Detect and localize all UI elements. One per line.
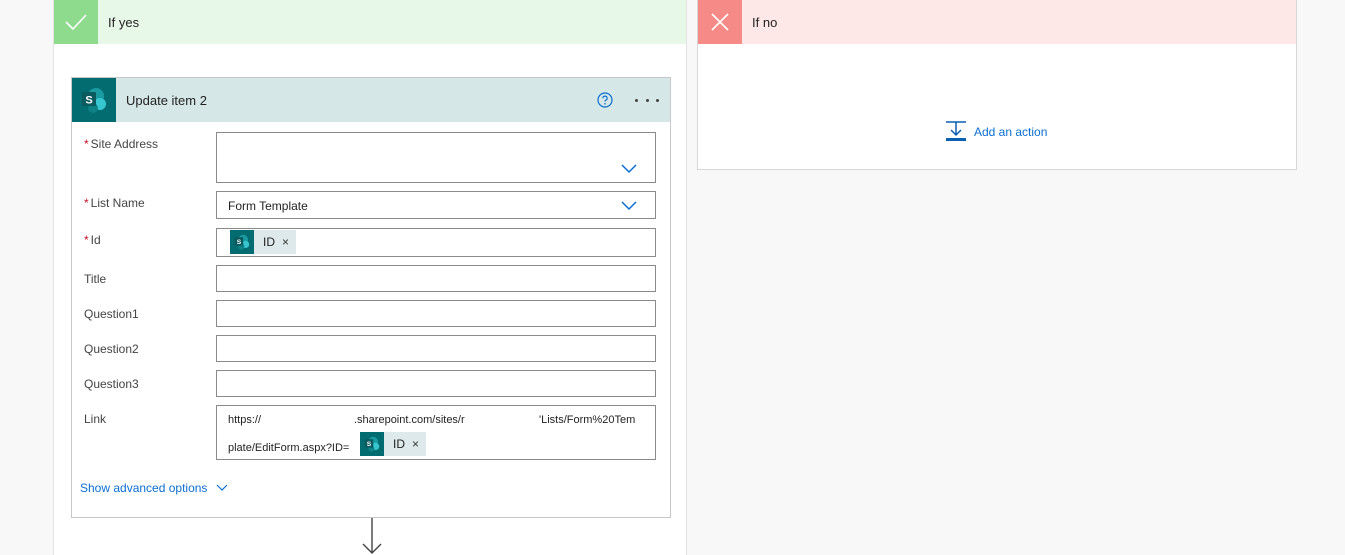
branch-if-yes-title: If yes xyxy=(108,15,140,30)
id-token[interactable]: S ID × xyxy=(230,230,297,254)
branch-if-no-title: If no xyxy=(752,15,778,30)
branch-if-yes-header: If yes xyxy=(54,0,686,44)
id-token-remove[interactable]: × xyxy=(282,235,289,249)
branch-if-no: If no Add an action xyxy=(697,0,1297,170)
update-item-card: S Update item 2 * Site Address * List Name xyxy=(71,77,671,518)
title-field[interactable] xyxy=(216,265,656,292)
add-action-button[interactable]: Add an action xyxy=(945,121,1047,142)
more-options-icon[interactable] xyxy=(635,90,659,110)
link-text-part: https:// xyxy=(228,414,262,426)
arrow-down-icon xyxy=(362,518,382,554)
close-icon xyxy=(698,0,742,44)
question1-label: Question1 xyxy=(84,307,139,321)
chevron-down-icon[interactable] xyxy=(621,201,637,211)
list-name-value: Form Template xyxy=(228,199,308,213)
link-text-line2: plate/EditForm.aspx?ID= xyxy=(228,442,350,454)
help-icon[interactable] xyxy=(597,92,613,108)
sharepoint-icon: S xyxy=(230,230,254,254)
branch-if-no-header: If no xyxy=(698,0,1296,44)
chevron-down-icon xyxy=(217,484,228,491)
show-advanced-options-link[interactable]: Show advanced options xyxy=(80,481,228,495)
chevron-down-icon[interactable] xyxy=(621,164,637,174)
id-token-label: ID xyxy=(263,235,275,249)
add-action-icon xyxy=(946,121,966,141)
question2-label: Question2 xyxy=(84,342,139,356)
link-text-part: 'Lists/Form%20Tem xyxy=(539,414,636,426)
link-id-token-label: ID xyxy=(393,437,405,451)
link-id-token-remove[interactable]: × xyxy=(412,437,419,451)
site-address-label: * Site Address xyxy=(84,137,159,151)
question1-field[interactable] xyxy=(216,300,656,327)
id-field[interactable]: S ID × xyxy=(216,228,656,257)
sharepoint-icon: S xyxy=(72,78,116,122)
id-label: * Id xyxy=(84,233,101,247)
list-name-field[interactable]: Form Template xyxy=(216,191,656,219)
svg-text:S: S xyxy=(237,239,242,246)
sharepoint-icon: S xyxy=(360,432,384,456)
question3-label: Question3 xyxy=(84,377,139,391)
svg-text:S: S xyxy=(367,441,372,448)
question3-field[interactable] xyxy=(216,370,656,397)
link-id-token[interactable]: S ID × xyxy=(360,432,427,456)
list-name-label: * List Name xyxy=(84,196,145,210)
card-title: Update item 2 xyxy=(126,93,207,108)
card-header[interactable]: S Update item 2 xyxy=(72,78,670,122)
site-address-field[interactable] xyxy=(216,132,656,183)
svg-text:S: S xyxy=(85,95,92,107)
link-field[interactable]: https:// .sharepoint.com/sites/r 'Lists/… xyxy=(216,405,656,460)
branch-if-yes: If yes S Update item 2 * Site Address * … xyxy=(53,0,687,555)
check-icon xyxy=(54,0,98,44)
question2-field[interactable] xyxy=(216,335,656,362)
show-advanced-options-label: Show advanced options xyxy=(80,481,208,495)
title-label: Title xyxy=(84,272,107,286)
add-action-label: Add an action xyxy=(974,124,1048,139)
link-label: Link xyxy=(84,412,107,426)
link-text-part: .sharepoint.com/sites/r xyxy=(354,414,465,426)
